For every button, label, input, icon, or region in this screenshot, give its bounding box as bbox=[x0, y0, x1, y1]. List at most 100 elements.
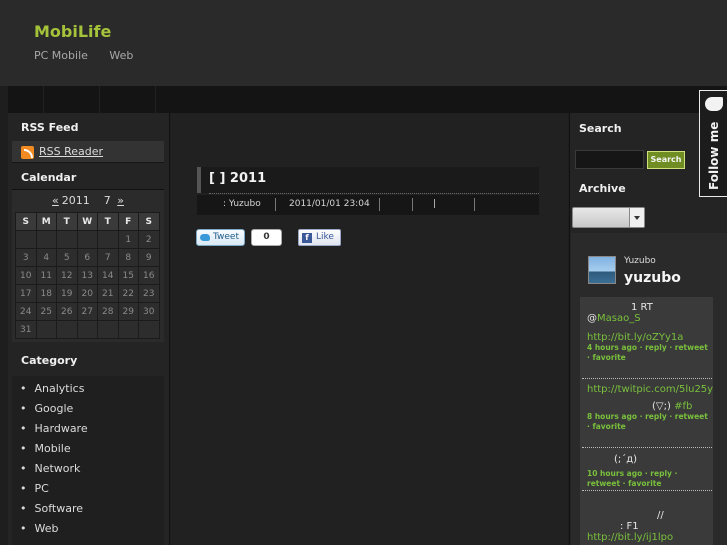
search-input[interactable] bbox=[575, 150, 644, 169]
calendar-day: 5 bbox=[56, 248, 78, 267]
tweet-text: @ bbox=[587, 313, 597, 324]
calendar-day: 29 bbox=[117, 302, 139, 321]
rss-feed-row: RSS Reader bbox=[12, 141, 164, 163]
calendar-day: 15 bbox=[117, 266, 139, 285]
calendar-weekday-row: S M T W T F S bbox=[15, 212, 160, 231]
follow-me-tab[interactable]: Follow me bbox=[699, 90, 727, 197]
calendar-week-row: 1 2 bbox=[15, 230, 160, 249]
meta-divider bbox=[412, 198, 413, 211]
tweet-button-label: Tweet bbox=[213, 232, 239, 242]
calendar-day: 22 bbox=[117, 284, 139, 303]
calendar-day: 19 bbox=[56, 284, 78, 303]
tweet-link[interactable]: http://bit.ly/ij1lpo bbox=[587, 532, 711, 543]
calendar-day bbox=[15, 230, 37, 249]
tweet-item: http://twitpic.com/5lu25y (▽;) #fb 8 hou… bbox=[587, 384, 713, 432]
navbar-segment[interactable] bbox=[8, 86, 44, 113]
chevron-down-icon bbox=[629, 208, 644, 227]
calendar-week-row: 31 bbox=[15, 320, 160, 339]
site-header: MobiLife PC Mobile Web bbox=[0, 0, 727, 86]
post-date: 2011/01/01 23:04 bbox=[289, 199, 370, 209]
calendar-year: 2011 bbox=[61, 194, 90, 207]
category-link-web[interactable]: Web bbox=[20, 522, 59, 535]
category-link-analytics[interactable]: Analytics bbox=[20, 382, 85, 395]
calendar-day: 25 bbox=[35, 302, 57, 321]
category-link-hardware[interactable]: Hardware bbox=[20, 422, 88, 435]
calendar-day: 1 bbox=[117, 230, 139, 249]
twitter-bird-icon bbox=[705, 97, 723, 111]
category-link-network[interactable]: Network bbox=[20, 462, 81, 475]
facebook-icon: f bbox=[302, 233, 312, 243]
tweet-text: 1 RT bbox=[631, 302, 653, 313]
tweet-text: (▽;) bbox=[652, 401, 671, 412]
twitter-bird-icon bbox=[200, 234, 210, 241]
category-link-mobile[interactable]: Mobile bbox=[20, 442, 71, 455]
tweet-divider bbox=[582, 490, 712, 491]
tweet-link[interactable]: http://bit.ly/oZYy1a bbox=[587, 332, 711, 343]
navbar-segment[interactable] bbox=[44, 86, 100, 113]
calendar-week-row: 17 18 19 20 21 22 23 bbox=[15, 284, 160, 303]
tweet-text: @Masao_S bbox=[587, 313, 711, 324]
calendar-heading: Calendar bbox=[21, 171, 77, 184]
facebook-like-button[interactable]: f Like bbox=[298, 229, 341, 246]
calendar-day bbox=[97, 320, 119, 339]
calendar-day: 7 bbox=[97, 248, 119, 267]
calendar-day bbox=[35, 320, 57, 339]
calendar-day: 16 bbox=[138, 266, 160, 285]
rss-reader-link[interactable]: RSS Reader bbox=[39, 145, 103, 158]
calendar-table: S M T W T F S 1 2 3 4 5 6 7 8 9 10 11 12… bbox=[15, 212, 160, 339]
calendar-day bbox=[97, 230, 119, 249]
rss-feed-heading: RSS Feed bbox=[21, 121, 79, 134]
rss-icon bbox=[21, 146, 34, 159]
calendar-day bbox=[76, 320, 98, 339]
calendar-day: 10 bbox=[15, 266, 37, 285]
archive-select[interactable] bbox=[572, 207, 645, 228]
tweet-text: (;´д) bbox=[614, 454, 638, 465]
category-link-pc[interactable]: PC bbox=[20, 482, 49, 495]
calendar-week-row: 3 4 5 6 7 8 9 bbox=[15, 248, 160, 267]
category-list: Analytics Google Hardware Mobile Network… bbox=[12, 376, 164, 545]
calendar-day: 23 bbox=[138, 284, 160, 303]
search-heading: Search bbox=[579, 122, 622, 135]
category-link-software[interactable]: Software bbox=[20, 502, 84, 515]
main-navbar bbox=[8, 86, 727, 113]
calendar-day bbox=[76, 230, 98, 249]
twitter-name[interactable]: yuzubo bbox=[624, 270, 681, 286]
tweet-meta[interactable]: 10 hours ago · reply · retweet · favorit… bbox=[587, 469, 711, 489]
calendar-day bbox=[35, 230, 57, 249]
search-button[interactable]: Search bbox=[647, 151, 685, 169]
tweet-button[interactable]: Tweet bbox=[196, 229, 245, 246]
weekday-header: T bbox=[97, 212, 119, 231]
calendar-day: 27 bbox=[76, 302, 98, 321]
calendar-day: 17 bbox=[15, 284, 37, 303]
calendar-caption: «2011 7 » bbox=[12, 194, 164, 207]
post-title[interactable]: [ ] 2011 bbox=[209, 171, 266, 186]
tweet-count: 0 bbox=[251, 229, 282, 246]
nav-link-pc-mobile[interactable]: PC Mobile bbox=[34, 49, 88, 62]
tweet-item: 1 RT @Masao_S http://bit.ly/oZYy1a 4 hou… bbox=[587, 302, 711, 363]
tweet-meta[interactable]: 8 hours ago · reply · retweet · favorite bbox=[587, 412, 711, 432]
calendar-day: 30 bbox=[138, 302, 160, 321]
tweet-hashtag-link[interactable]: #fb bbox=[674, 401, 692, 412]
avatar[interactable] bbox=[588, 256, 616, 284]
twitter-handle[interactable]: Yuzubo bbox=[624, 256, 656, 266]
tweet-meta[interactable]: 4 hours ago · reply · retweet · favorite bbox=[587, 343, 711, 363]
navbar-segment[interactable] bbox=[100, 86, 156, 113]
calendar-day: 28 bbox=[97, 302, 119, 321]
nav-link-web[interactable]: Web bbox=[109, 49, 133, 62]
calendar-day bbox=[56, 320, 78, 339]
tweet-link[interactable]: http://twitpic.com/5lu25y bbox=[587, 384, 713, 395]
weekday-header: W bbox=[76, 212, 98, 231]
tweet-text: : F1 bbox=[620, 521, 639, 532]
tweet-mention-link[interactable]: Masao_S bbox=[597, 313, 641, 324]
calendar-month: 7 bbox=[103, 194, 111, 207]
calendar-prev-link[interactable]: « bbox=[52, 194, 59, 207]
calendar-next-link[interactable]: » bbox=[117, 194, 124, 207]
category-link-google[interactable]: Google bbox=[20, 402, 74, 415]
post-author: : Yuzubo bbox=[223, 199, 261, 209]
tweet-item: (;´д) 10 hours ago · reply · retweet · f… bbox=[587, 454, 711, 489]
meta-divider bbox=[474, 198, 475, 211]
tweet-text: (▽;) #fb bbox=[587, 401, 711, 412]
calendar-day: 21 bbox=[97, 284, 119, 303]
site-title[interactable]: MobiLife bbox=[34, 22, 111, 41]
calendar-day bbox=[56, 230, 78, 249]
